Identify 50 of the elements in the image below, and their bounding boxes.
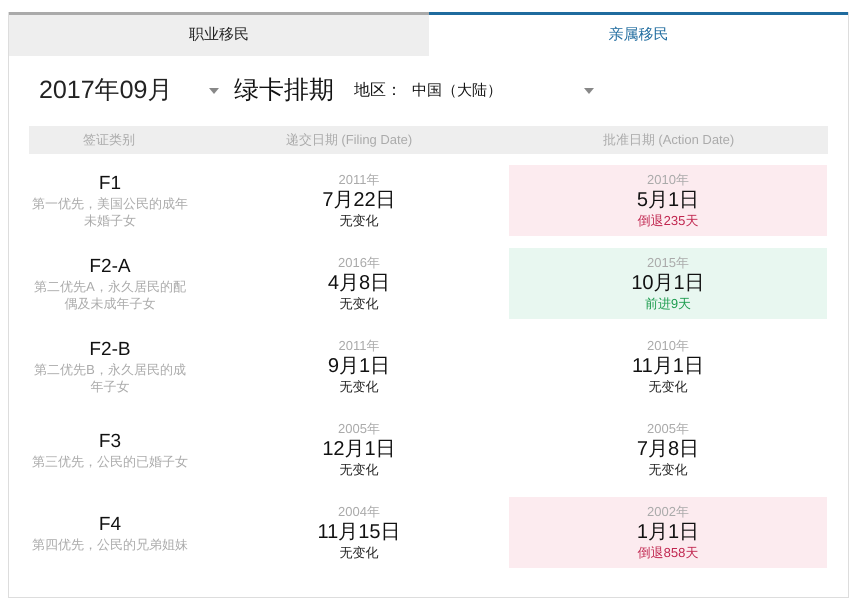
visa-description: 第二优先A，永久居民的配偶及未成年子女: [33, 278, 187, 312]
visa-description: 第一优先，美国公民的成年未婚子女: [31, 195, 189, 229]
region-label: 地区：: [354, 80, 402, 101]
year-text: 2005年: [338, 421, 380, 437]
change-text: 无变化: [340, 461, 378, 478]
year-text: 2010年: [647, 338, 689, 354]
date-text: 5月1日: [636, 188, 700, 212]
change-text: 无变化: [648, 461, 688, 478]
year-text: 2002年: [647, 504, 689, 520]
column-header: 批准日期 (Action Date): [602, 131, 736, 150]
visa-description: 第三优先，公民的已婚子女: [31, 452, 189, 470]
visa-code: F2-B: [89, 338, 131, 361]
date-text: 11月15日: [317, 520, 400, 544]
change-text: 倒退235天: [638, 212, 698, 229]
date-text: 9月1日: [328, 354, 390, 378]
date-text: 1月1日: [636, 520, 700, 544]
year-text: 2010年: [647, 172, 689, 188]
year-text: 2011年: [338, 338, 380, 354]
year-text: 2015年: [647, 255, 689, 271]
tab[interactable]: 职业移民: [9, 12, 428, 56]
year-text: 2004年: [338, 504, 380, 520]
change-text: 无变化: [340, 212, 378, 229]
change-text: 无变化: [340, 544, 378, 561]
column-header: 签证类别: [82, 131, 136, 150]
change-text: 无变化: [340, 378, 378, 395]
change-text: 无变化: [340, 295, 378, 312]
year-text: 2011年: [338, 172, 380, 188]
visa-description: 第二优先B，永久居民的成年子女: [33, 361, 187, 395]
change-text: 无变化: [648, 378, 688, 395]
column-header: 递交日期 (Filing Date): [284, 131, 414, 150]
date-text: 7月22日: [322, 188, 396, 212]
visa-code: F3: [98, 430, 122, 452]
date-text: 4月8日: [328, 271, 390, 295]
visa-code: F1: [98, 172, 122, 195]
change-text: 倒退858天: [638, 544, 698, 561]
visa-code: F2-A: [89, 255, 131, 278]
date-text: 12月1日: [322, 437, 396, 461]
dropdown-caret-icon[interactable]: [584, 88, 594, 94]
page-title: 绿卡排期: [234, 75, 334, 106]
year-text: 2005年: [647, 421, 689, 437]
year-text: 2016年: [338, 255, 380, 271]
date-text: 7月8日: [636, 437, 700, 461]
dropdown-caret-icon[interactable]: [209, 88, 219, 94]
date-text: 10月1日: [631, 271, 705, 295]
visa-description: 第四优先，公民的兄弟姐妹: [31, 536, 189, 552]
visa-code: F4: [98, 512, 122, 536]
region-select[interactable]: 中国（大陆）: [412, 80, 594, 102]
change-text: 前进9天: [644, 295, 692, 312]
date-text: 11月1日: [632, 354, 704, 378]
month-select[interactable]: 2017年09月: [39, 72, 222, 110]
